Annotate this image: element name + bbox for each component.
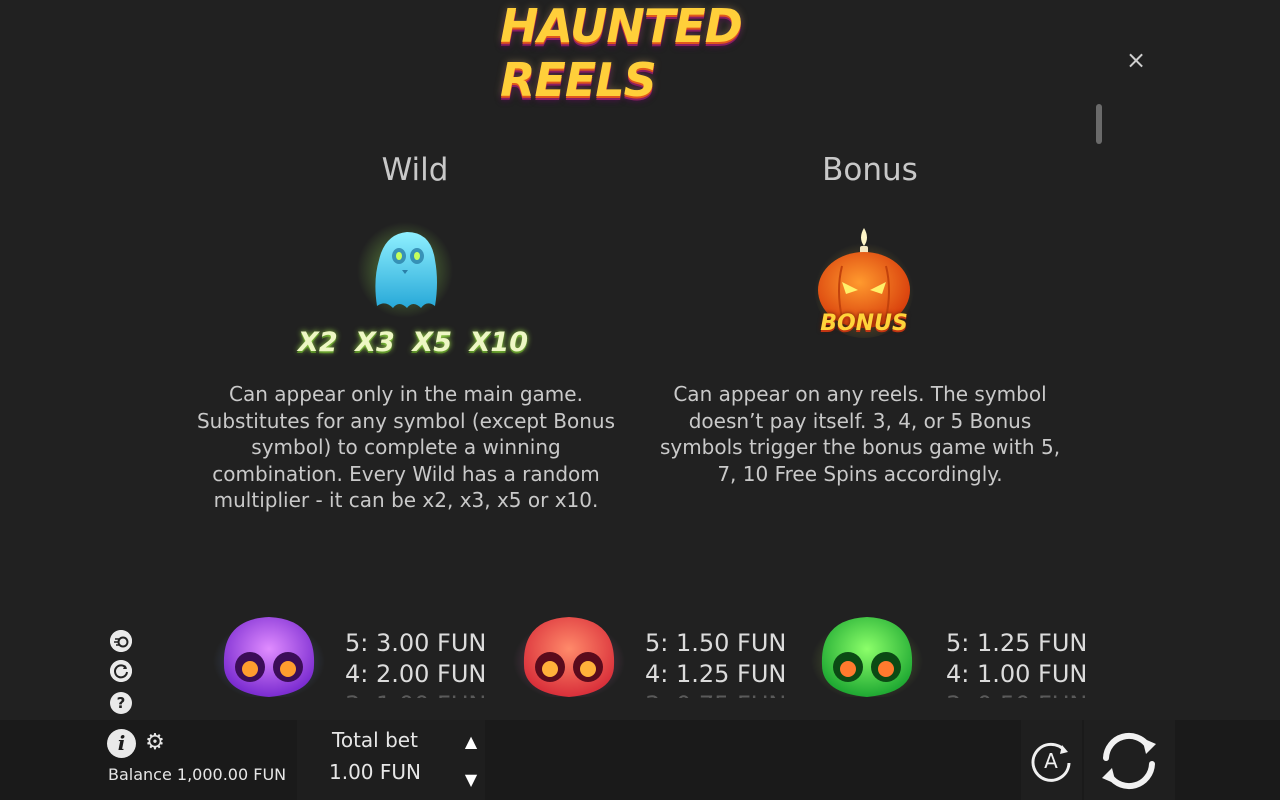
pay-line-4: 4: 1.25 FUN <box>645 660 785 688</box>
total-bet-label: Total bet <box>332 728 418 752</box>
spin-button[interactable] <box>1096 728 1162 794</box>
info-icon[interactable]: i <box>107 729 136 758</box>
total-bet-value: 1.00 FUN <box>329 760 421 784</box>
turbo-icon[interactable] <box>110 630 132 652</box>
balance-text: Balance 1,000.00 FUN <box>108 765 287 784</box>
autoplay-icon[interactable] <box>110 660 132 682</box>
auto-letter: A <box>1044 749 1058 773</box>
multiplier-x5: X5 <box>412 326 453 358</box>
help-icon[interactable]: ? <box>110 692 132 714</box>
paytable-green: 5: 1.25 FUN 4: 1.00 FUN 3: 0.50 FUN <box>946 628 1086 698</box>
multiplier-x2: X2 <box>298 326 338 358</box>
bet-decrease-button[interactable]: ▼ <box>458 766 484 794</box>
pay-line-4: 4: 2.00 FUN <box>345 660 485 688</box>
autoplay-button[interactable]: A <box>1027 737 1075 785</box>
pay-line-5: 5: 3.00 FUN <box>345 629 485 657</box>
bet-increase-button[interactable]: ▲ <box>458 728 484 756</box>
pay-line-4: 4: 1.00 FUN <box>946 660 1086 688</box>
scrollbar-thumb[interactable] <box>1096 104 1102 144</box>
close-icon[interactable]: × <box>1124 48 1148 72</box>
pay-line-5: 5: 1.50 FUN <box>645 629 785 657</box>
purple-skull-icon <box>213 617 325 697</box>
wild-ghost-icon <box>357 222 453 318</box>
game-logo: HAUNTED REELS <box>500 0 743 107</box>
autoplay-circle-icon: A <box>1031 742 1071 782</box>
pay-line-3: 3: 0.50 FUN <box>946 690 1086 698</box>
red-skull-icon <box>513 617 625 697</box>
bonus-title: Bonus <box>822 152 918 188</box>
wild-title: Wild <box>381 152 449 188</box>
paytable-red: 5: 1.50 FUN 4: 1.25 FUN 3: 0.75 FUN <box>645 628 785 698</box>
pay-line-5: 5: 1.25 FUN <box>946 629 1086 657</box>
multiplier-x10: X10 <box>469 326 528 358</box>
pay-line-3: 3: 1.00 FUN <box>345 690 485 698</box>
bonus-description: Can appear on any reels. The symbol does… <box>659 382 1061 486</box>
multiplier-x3: X3 <box>355 326 395 358</box>
bonus-badge: BONUS <box>820 311 908 336</box>
wild-multipliers: X2 X3 X5 X10 <box>298 325 528 359</box>
wild-description: Can appear only in the main game. Substi… <box>196 382 616 512</box>
pay-line-3: 3: 0.75 FUN <box>645 690 785 698</box>
spin-icon <box>1102 732 1156 790</box>
paytable-purple: 5: 3.00 FUN 4: 2.00 FUN 3: 1.00 FUN <box>345 628 485 698</box>
green-skull-icon <box>811 617 923 697</box>
gear-icon[interactable]: ⚙ <box>143 730 167 756</box>
